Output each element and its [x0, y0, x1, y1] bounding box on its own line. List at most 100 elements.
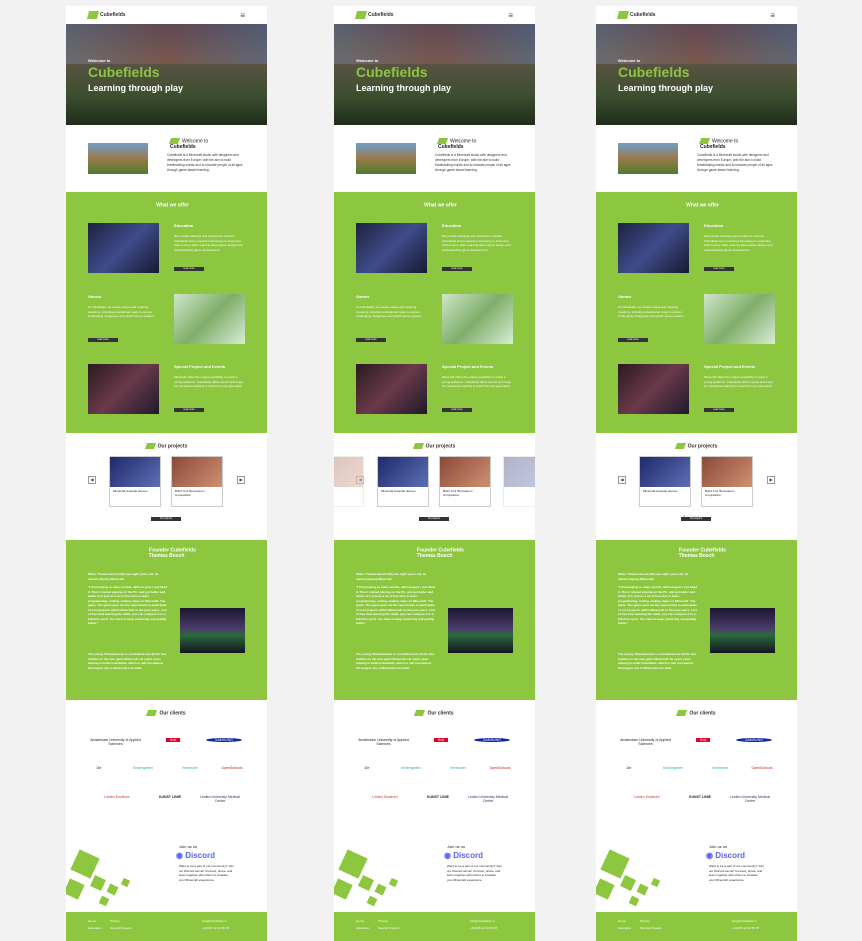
- projects-title-text: Our projects: [687, 443, 718, 450]
- games-read-more-button[interactable]: read more: [88, 338, 118, 342]
- project-card-title: Minecraft Hospital Heroes: [381, 489, 416, 493]
- founder-title: Founder Cubefields Thomas Bosch: [334, 547, 535, 559]
- hamburger-icon[interactable]: ≡: [240, 11, 245, 20]
- founder-title: Founder Cubefields Thomas Bosch: [66, 547, 267, 559]
- projects-title-text: Our projects: [157, 443, 188, 450]
- project-card[interactable]: Minecraft Hospital Heroes: [109, 456, 161, 507]
- footer-link[interactable]: Home: [618, 919, 626, 923]
- education-read-more-button[interactable]: read more: [442, 267, 472, 271]
- cube-icon: [412, 443, 424, 449]
- client-logo: Amsterdam University of Applied Sciences: [358, 738, 409, 746]
- project-card-title: Build Your Benneleum Competition: [443, 489, 473, 497]
- discord-icon: ◉: [706, 851, 716, 860]
- hamburger-icon[interactable]: ≡: [508, 11, 513, 20]
- project-card[interactable]: Build Your Benneleum Competition: [439, 456, 491, 507]
- footer-link[interactable]: Education: [356, 926, 369, 930]
- games-read-more-button[interactable]: read more: [618, 338, 648, 342]
- footer-phone[interactable]: +31(0)6 12 34 56 78: [470, 926, 497, 930]
- education-image: [618, 223, 689, 273]
- project-card[interactable]: [503, 456, 535, 507]
- project-card[interactable]: Minecraft Hospital Heroes: [639, 456, 691, 507]
- footer-phone[interactable]: +31(0)6 12 34 56 78: [202, 926, 229, 930]
- education-read-more-button[interactable]: read more: [704, 267, 734, 271]
- projects-title-text: Our projects: [425, 443, 456, 450]
- games-text: At Cubefields, we create unique and insp…: [88, 305, 155, 318]
- intro-section: Welcome to Cubefields Cubefields is a Min…: [66, 125, 267, 192]
- education-read-more-button[interactable]: read more: [174, 267, 204, 271]
- hero: Welcome to Cubefields Learning through p…: [66, 24, 267, 125]
- project-card[interactable]: Build Your Benneleum Competition: [171, 456, 223, 507]
- carousel-next-button[interactable]: ▶: [767, 476, 775, 484]
- projects-title: Our projects: [596, 443, 797, 449]
- education-image: [88, 223, 159, 273]
- footer-link[interactable]: Special Projects: [110, 926, 132, 930]
- intro-text: Cubefields is a Minecraft studio with de…: [697, 153, 773, 172]
- discord-logo[interactable]: ◉ Discord: [444, 851, 483, 860]
- events-image: [618, 364, 689, 414]
- carousel-prev-button[interactable]: ◀: [618, 476, 626, 484]
- footer-link[interactable]: Special Projects: [378, 926, 400, 930]
- cubes-illustration: [334, 839, 414, 912]
- clients-section: Our clients Amsterdam University of Appl…: [334, 700, 535, 839]
- logo[interactable]: Cubefields: [616, 11, 656, 19]
- games-text: At Cubefields, we create unique and insp…: [618, 305, 685, 318]
- project-image: [440, 457, 490, 487]
- logo[interactable]: Cubefields: [354, 11, 394, 19]
- footer-link[interactable]: Education: [88, 926, 101, 930]
- offer-title-text: What we offer: [686, 202, 719, 209]
- events-read-more-button[interactable]: read more: [442, 408, 472, 412]
- cube-icon: [673, 202, 685, 208]
- carousel-prev-button[interactable]: ◀: [356, 476, 364, 484]
- intro-image: [618, 143, 678, 174]
- intro-section: Welcome to Cubefields Cubefields is a Min…: [596, 125, 797, 192]
- client-logo: HvA: [696, 738, 710, 742]
- footer-link[interactable]: Education: [618, 926, 631, 930]
- client-logo: Kennisnet: [450, 766, 466, 770]
- discord-icon: ◉: [444, 851, 454, 860]
- logo-text: Cubefields: [630, 12, 656, 18]
- footer-email[interactable]: info@cubefields.nl: [202, 919, 227, 923]
- carousel-prev-button[interactable]: ◀: [88, 476, 96, 484]
- client-logo: Leiden University Medical Centre: [468, 795, 508, 803]
- client-logo: KUNST LINIE: [159, 795, 181, 799]
- all-projects-button[interactable]: All projects: [151, 517, 181, 521]
- project-card[interactable]: Minecraft Hospital Heroes: [377, 456, 429, 507]
- project-card[interactable]: Build Your Benneleum Competition: [701, 456, 753, 507]
- events-read-more-button[interactable]: read more: [704, 408, 734, 412]
- all-projects-button[interactable]: All projects: [419, 517, 449, 521]
- discord-logo-text: Discord: [715, 851, 745, 860]
- client-logo: Kindergarten: [132, 766, 154, 770]
- cube-logo-icon: [354, 11, 368, 19]
- navbar: Cubefields ≡: [66, 6, 267, 24]
- navbar: Cubefields ≡: [334, 6, 535, 24]
- all-projects-button[interactable]: All projects: [681, 517, 711, 521]
- client-logo: Leiden Kinderen: [634, 795, 660, 799]
- founder-text-3: The young Teltamberaner is committed now…: [88, 652, 167, 670]
- cube-icon: [698, 138, 711, 144]
- project-image: [702, 457, 752, 487]
- footer-link[interactable]: Privacy: [378, 919, 388, 923]
- carousel-next-button[interactable]: ▶: [237, 476, 245, 484]
- footer-email[interactable]: info@cubefields.nl: [732, 919, 757, 923]
- footer-link[interactable]: Special Projects: [640, 926, 662, 930]
- footer-link[interactable]: Home: [356, 919, 364, 923]
- hero: Welcome to Cubefields Learning through p…: [334, 24, 535, 125]
- games-read-more-button[interactable]: read more: [356, 338, 386, 342]
- founder-text-3: The young Teltamberaner is committed now…: [618, 652, 697, 670]
- projects-section: Our projects ◀ Minecraft Hospital Heroes…: [334, 433, 535, 540]
- discord-logo[interactable]: ◉ Discord: [706, 851, 745, 860]
- logo[interactable]: Cubefields: [86, 11, 126, 19]
- hamburger-icon[interactable]: ≡: [770, 11, 775, 20]
- footer-link[interactable]: Privacy: [110, 919, 120, 923]
- intro-name: Cubefields: [170, 144, 196, 151]
- events-text: Minecraft offers the unique possibility …: [174, 375, 244, 388]
- hero-tagline: Learning through play: [618, 83, 714, 93]
- footer-link[interactable]: Home: [88, 919, 96, 923]
- footer-link[interactable]: Privacy: [640, 919, 650, 923]
- cube-icon: [168, 138, 181, 144]
- intro-image: [88, 143, 148, 174]
- footer-phone[interactable]: +31(0)6 12 34 56 78: [732, 926, 759, 930]
- discord-logo[interactable]: ◉ Discord: [176, 851, 215, 860]
- footer-email[interactable]: info@cubefields.nl: [470, 919, 495, 923]
- events-read-more-button[interactable]: read more: [174, 408, 204, 412]
